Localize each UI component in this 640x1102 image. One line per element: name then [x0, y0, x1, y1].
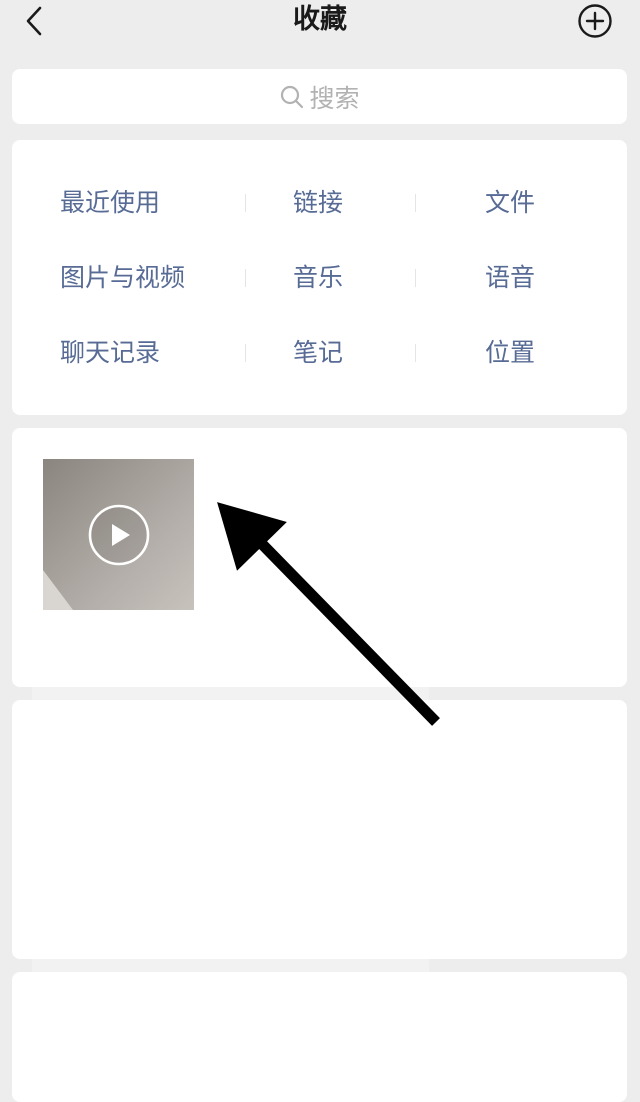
navigation-bar: 收藏 — [0, 0, 640, 56]
card-separator — [32, 959, 429, 973]
category-notes[interactable]: 笔记 — [293, 335, 343, 371]
plus-circle-icon — [578, 4, 612, 38]
category-divider — [415, 344, 416, 362]
favorite-item-video[interactable] — [12, 428, 627, 687]
video-thumbnail[interactable] — [43, 459, 194, 610]
category-divider — [245, 269, 246, 287]
search-content: 搜索 — [12, 69, 627, 124]
page-title: 收藏 — [293, 4, 347, 35]
category-chat-history[interactable]: 聊天记录 — [60, 335, 160, 371]
card-separator — [32, 687, 429, 701]
category-recent[interactable]: 最近使用 — [60, 185, 160, 221]
category-images-videos[interactable]: 图片与视频 — [60, 260, 185, 296]
category-links[interactable]: 链接 — [293, 185, 343, 221]
category-voice[interactable]: 语音 — [485, 260, 535, 296]
category-divider — [415, 194, 416, 212]
add-favorite-button[interactable] — [577, 3, 613, 39]
play-icon — [88, 504, 150, 566]
favorite-item[interactable] — [12, 700, 627, 959]
category-divider — [245, 344, 246, 362]
category-music[interactable]: 音乐 — [293, 260, 343, 296]
category-location[interactable]: 位置 — [485, 335, 535, 371]
favorite-item[interactable] — [12, 972, 627, 1102]
search-icon — [281, 85, 304, 108]
category-divider — [245, 194, 246, 212]
search-placeholder: 搜索 — [309, 83, 360, 113]
search-bar[interactable]: 搜索 — [12, 69, 627, 124]
thumbnail-shadow — [43, 570, 73, 610]
category-files[interactable]: 文件 — [485, 185, 535, 221]
category-filter-card: 最近使用 链接 文件 图片与视频 音乐 语音 聊天记录 笔记 位置 — [12, 140, 627, 415]
category-divider — [415, 269, 416, 287]
